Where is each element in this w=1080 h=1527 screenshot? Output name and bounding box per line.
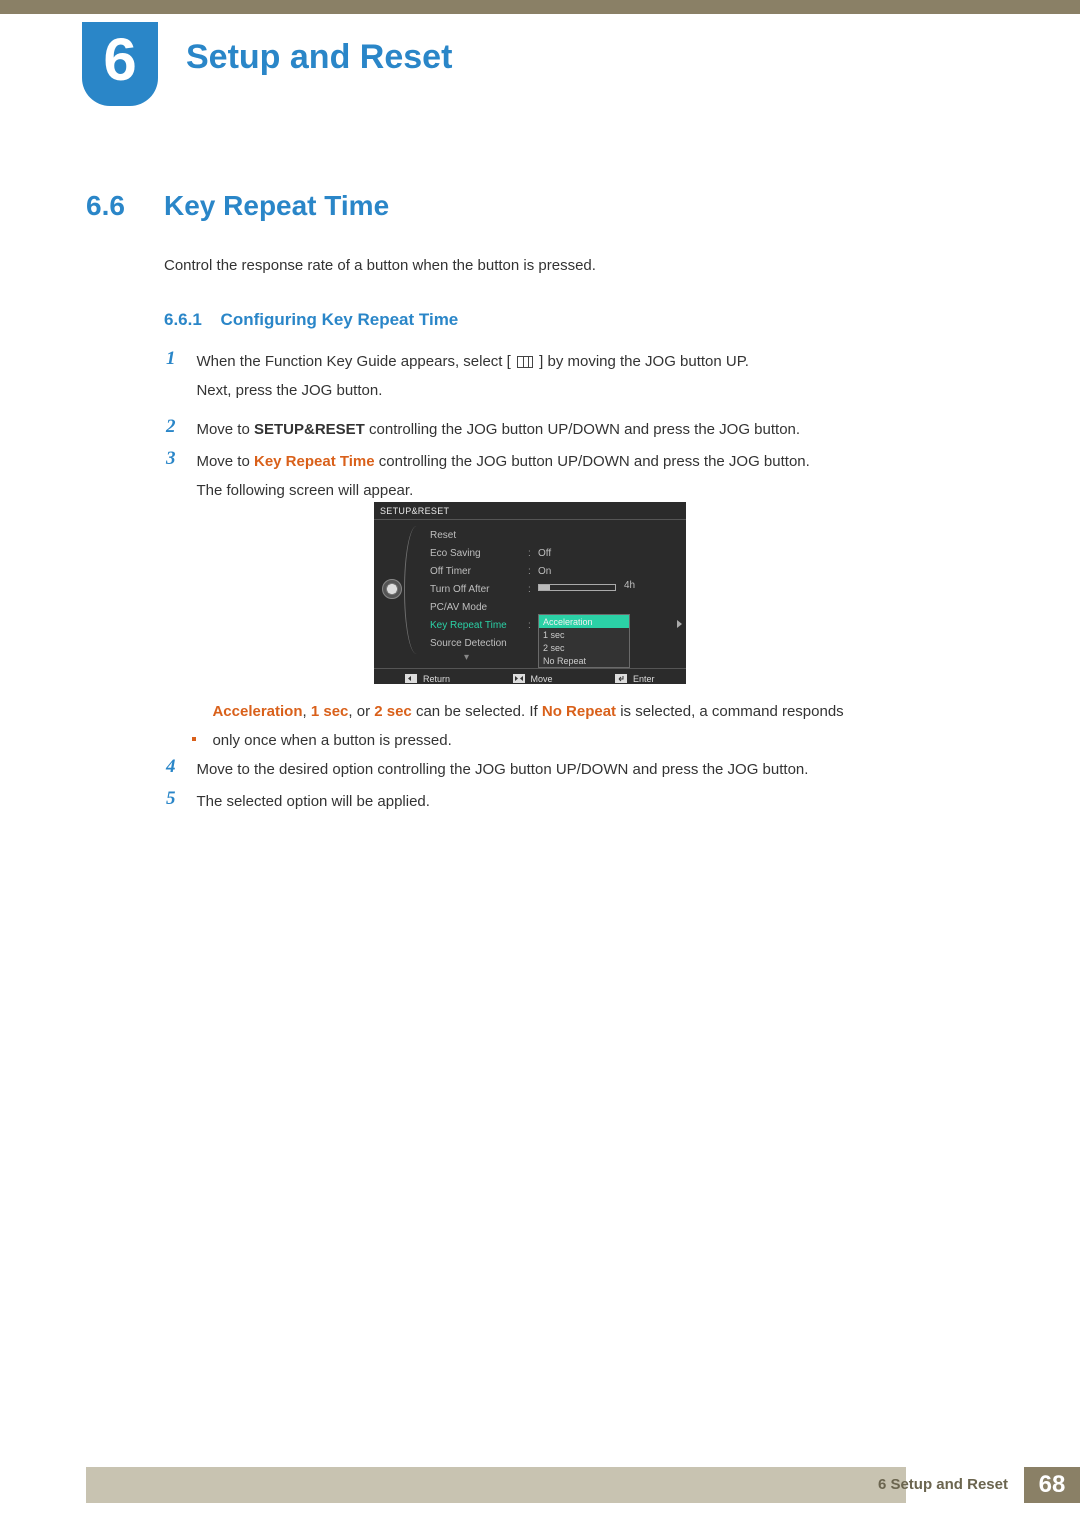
bullet-text: Acceleration, 1 sec, or 2 sec can be sel… — [212, 698, 932, 755]
top-accent-bar — [0, 0, 1080, 14]
osd-option-no-repeat: No Repeat — [539, 654, 629, 667]
step-2: 2 Move to SETUP&RESET controlling the JO… — [166, 416, 946, 445]
osd-return: Return — [405, 674, 450, 684]
osd-option-acceleration: Acceleration — [539, 615, 629, 628]
step-body: Move to SETUP&RESET controlling the JOG … — [196, 416, 936, 445]
chapter-number-tab: 6 — [82, 22, 158, 106]
osd-slider — [538, 584, 616, 591]
step-number: 5 — [166, 788, 192, 810]
menu-grid-icon — [517, 356, 533, 368]
osd-row-eco-saving: Eco Saving : Off — [430, 544, 680, 562]
osd-divider — [374, 519, 686, 520]
subsection-title: Configuring Key Repeat Time — [221, 310, 459, 329]
subsection-heading: 6.6.1 Configuring Key Repeat Time — [164, 310, 458, 330]
osd-screenshot: SETUP&RESET Reset Eco Saving : Off Off T… — [374, 502, 686, 684]
step-1: 1 When the Function Key Guide appears, s… — [166, 348, 946, 405]
footer-bar — [86, 1467, 906, 1503]
osd-enter: Enter — [615, 674, 654, 684]
osd-option-2sec: 2 sec — [539, 641, 629, 654]
step-number: 1 — [166, 348, 192, 370]
footer-chapter-label: 6 Setup and Reset — [820, 1467, 1020, 1503]
gear-icon — [382, 579, 402, 599]
step-body: Move to Key Repeat Time controlling the … — [196, 448, 936, 505]
step-body: The selected option will be applied. — [196, 788, 936, 817]
step-5: 5 The selected option will be applied. — [166, 788, 946, 817]
chevron-down-icon: ▾ — [464, 652, 469, 663]
osd-dropdown: Acceleration 1 sec 2 sec No Repeat — [538, 614, 630, 668]
chevron-right-icon — [677, 620, 682, 628]
step-number: 3 — [166, 448, 192, 470]
osd-slider-label: 4h — [624, 580, 635, 591]
osd-title: SETUP&RESET — [374, 502, 686, 519]
step-body: When the Function Key Guide appears, sel… — [196, 348, 936, 405]
osd-move: Move — [513, 674, 553, 684]
step-number: 2 — [166, 416, 192, 438]
step-3: 3 Move to Key Repeat Time controlling th… — [166, 448, 946, 505]
section-number: 6.6 — [86, 190, 125, 222]
step-4: 4 Move to the desired option controlling… — [166, 756, 946, 785]
osd-row-reset: Reset — [430, 526, 680, 544]
chapter-title: Setup and Reset — [186, 38, 452, 77]
page-number: 68 — [1024, 1467, 1080, 1503]
osd-footer: Return Move Enter — [374, 668, 686, 688]
note-bullet: Acceleration, 1 sec, or 2 sec can be sel… — [192, 698, 944, 755]
osd-option-1sec: 1 sec — [539, 628, 629, 641]
section-intro: Control the response rate of a button wh… — [164, 255, 944, 278]
osd-row-off-timer: Off Timer : On — [430, 562, 680, 580]
step-number: 4 — [166, 756, 192, 778]
subsection-number: 6.6.1 — [164, 310, 202, 329]
section-title: Key Repeat Time — [164, 190, 389, 222]
bullet-icon — [192, 737, 196, 741]
step-body: Move to the desired option controlling t… — [196, 756, 936, 785]
